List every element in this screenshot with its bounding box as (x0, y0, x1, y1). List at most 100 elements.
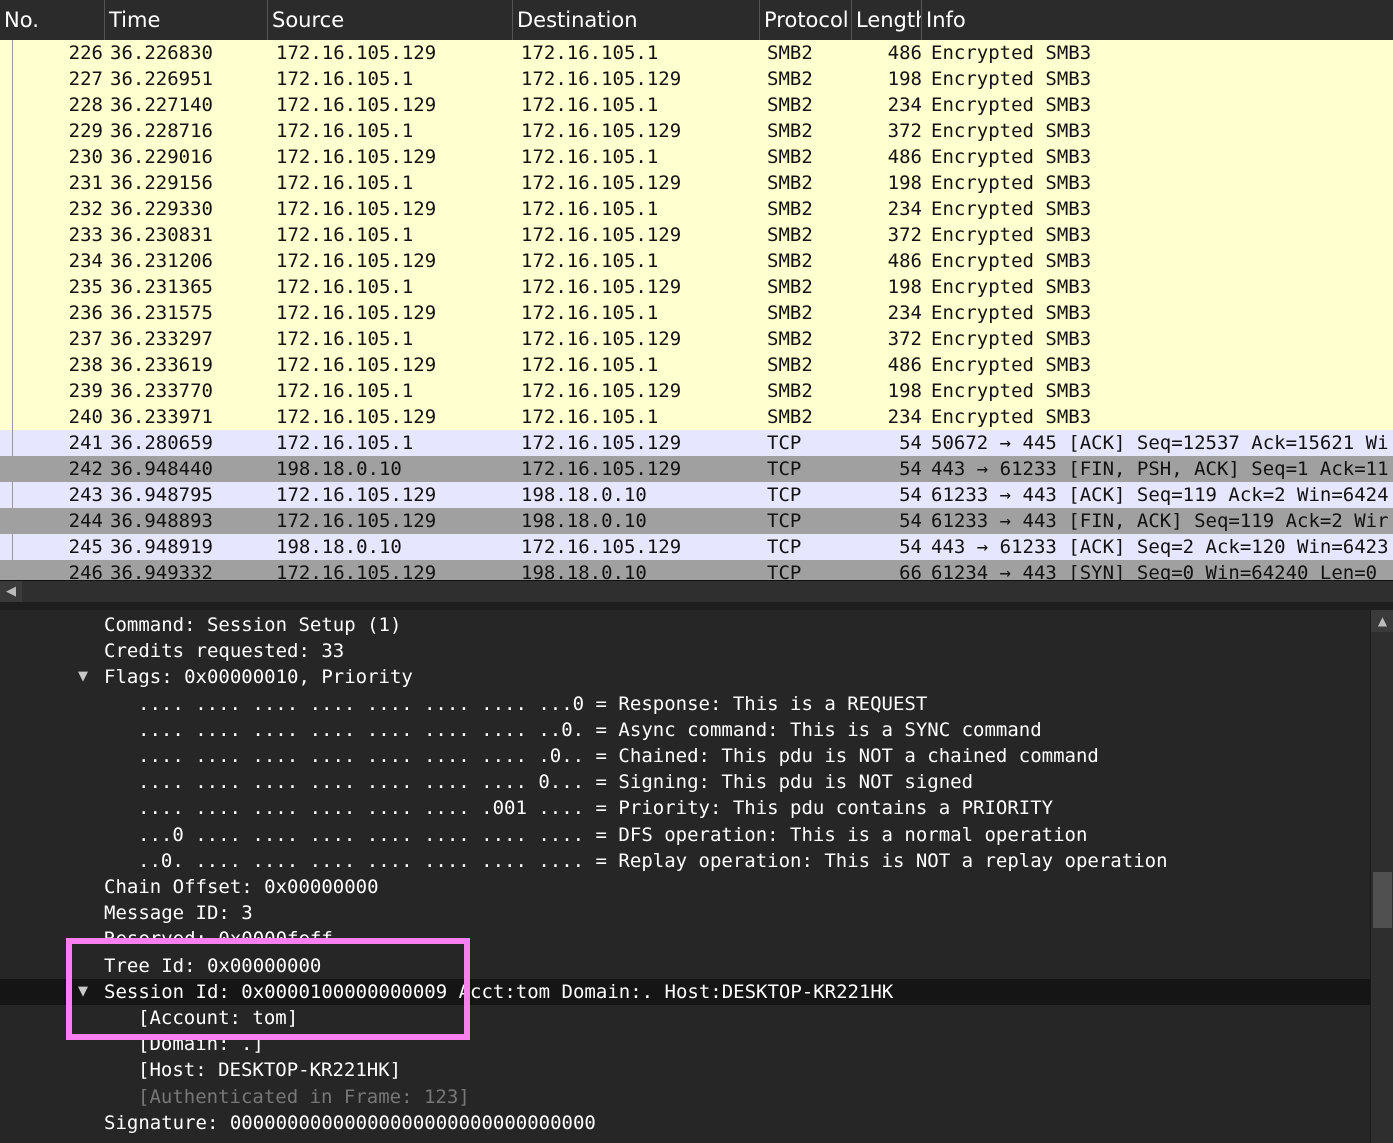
packet-cell-no: 229 (68, 120, 103, 142)
packet-row[interactable]: 234 36.231206 172.16.105.129 172.16.105.1 SM… (0, 248, 1393, 274)
packet-row[interactable]: 245 36.948919 198.18.0.10 172.16.105.129 TCP… (0, 534, 1393, 560)
packet-row[interactable]: 240 36.233971 172.16.105.129 172.16.105.1 SM… (0, 404, 1393, 430)
packet-row[interactable]: 232 36.229330 172.16.105.129 172.16.105.1 SM… (0, 196, 1393, 222)
packet-row[interactable]: 227 36.226951 172.16.105.1 172.16.105.129 SM… (0, 66, 1393, 92)
packet-cell-source: 172.16.105.129 (276, 250, 437, 272)
detail-tree-item[interactable]: Reserved: 0x0000feff (0, 926, 1370, 940)
packet-cell-time: 36.231206 (110, 250, 213, 272)
packet-cell-source: 172.16.105.1 (276, 120, 414, 142)
column-header-destination[interactable]: Destination (513, 0, 760, 40)
detail-tree-item[interactable]: ▼ Session Id: 0x0000100000000009 Acct:tom… (0, 978, 1370, 1005)
packet-cell-time: 36.226830 (110, 42, 213, 64)
packet-details-tree[interactable]: Command: Session Setup (1) Credits reques… (0, 610, 1370, 1143)
detail-tree-label: .... .... .... .... .... .... .... ...0 … (138, 692, 928, 715)
detail-tree-item[interactable]: .... .... .... .... .... .... .... .0.. … (0, 743, 1370, 769)
packet-row[interactable]: 228 36.227140 172.16.105.129 172.16.105.1 SM… (0, 92, 1393, 118)
packet-cell-protocol: SMB2 (767, 198, 813, 220)
packet-cell-protocol: TCP (767, 536, 802, 558)
detail-tree-item[interactable]: [Authenticated in Frame: 123] (0, 1084, 1370, 1110)
packet-cell-destination: 172.16.105.1 (521, 146, 659, 168)
packet-cell-time: 36.233297 (110, 328, 213, 350)
packet-cell-time: 36.231575 (110, 302, 213, 324)
packet-row[interactable]: 241 36.280659 172.16.105.1 172.16.105.129 TC… (0, 430, 1393, 456)
packet-cell-source: 172.16.105.1 (276, 172, 414, 194)
detail-tree-item[interactable]: Signature: 00000000000000000000000000000… (0, 1110, 1370, 1136)
column-header-info[interactable]: Info (922, 0, 1393, 40)
packet-cell-time: 36.233971 (110, 406, 213, 428)
detail-tree-item[interactable]: ...0 .... .... .... .... .... .... .... … (0, 822, 1370, 848)
detail-tree-label: [Host: DESKTOP-KR221HK] (138, 1059, 402, 1082)
detail-tree-item[interactable]: Chain Offset: 0x00000000 (0, 874, 1370, 900)
packet-row[interactable]: 233 36.230831 172.16.105.1 172.16.105.129 SM… (0, 222, 1393, 248)
column-header-time[interactable]: Time (105, 0, 268, 40)
packet-cell-length: 198 (887, 172, 922, 194)
column-header-no[interactable]: No. (0, 0, 105, 40)
packet-cell-source: 198.18.0.10 (276, 536, 402, 558)
packet-list[interactable]: No. Time Source Destination Protocol Len… (0, 0, 1393, 580)
detail-tree-item[interactable]: [Domain: .] (0, 1031, 1370, 1057)
packet-cell-protocol: TCP (767, 458, 802, 480)
packet-cell-info: Encrypted SMB3 (931, 276, 1092, 298)
packet-cell-info: Encrypted SMB3 (931, 146, 1092, 168)
packet-cell-no: 238 (68, 354, 103, 376)
packet-row[interactable]: 242 36.948440 198.18.0.10 172.16.105.129 TCP… (0, 456, 1393, 482)
detail-tree-item[interactable]: Tree Id: 0x00000000 (0, 953, 1370, 979)
detail-tree-item[interactable]: ▼ Flags: 0x00000010, Priority (0, 664, 1370, 690)
detail-tree-item[interactable]: Command: Session Setup (1) (0, 612, 1370, 638)
packet-cell-info: 61233 → 443 [FIN, ACK] Seq=119 Ack=2 Wir (931, 510, 1389, 532)
detail-tree-label: Reserved: 0x0000feff (104, 928, 333, 941)
packet-row[interactable]: 226 36.226830 172.16.105.129 172.16.105.1 SM… (0, 40, 1393, 66)
detail-tree-item[interactable]: .... .... .... .... .... .... .... 0... … (0, 769, 1370, 795)
horizontal-scrollbar[interactable]: ◀ (0, 580, 1393, 603)
packet-cell-no: 227 (68, 68, 103, 90)
packet-row[interactable]: 231 36.229156 172.16.105.1 172.16.105.129 SM… (0, 170, 1393, 196)
packet-cell-source: 172.16.105.1 (276, 380, 414, 402)
packet-cell-source: 172.16.105.129 (276, 94, 437, 116)
packet-cell-source: 172.16.105.129 (276, 562, 437, 580)
packet-row[interactable]: 239 36.233770 172.16.105.1 172.16.105.129 SM… (0, 378, 1393, 404)
expand-arrow-icon[interactable]: ▼ (75, 979, 91, 1005)
packet-row[interactable]: 236 36.231575 172.16.105.129 172.16.105.1 SM… (0, 300, 1393, 326)
packet-cell-destination: 172.16.105.1 (521, 406, 659, 428)
packet-cell-destination: 172.16.105.1 (521, 354, 659, 376)
column-header-length[interactable]: Length (852, 0, 922, 40)
packet-cell-destination: 172.16.105.129 (521, 120, 682, 142)
detail-tree-label: .... .... .... .... .... .... .... .0.. … (138, 745, 1099, 767)
packet-row[interactable]: 235 36.231365 172.16.105.1 172.16.105.129 SM… (0, 274, 1393, 300)
column-header-source[interactable]: Source (268, 0, 513, 40)
packet-row[interactable]: 243 36.948795 172.16.105.129 198.18.0.10 TCP… (0, 482, 1393, 508)
scroll-up-arrow-icon[interactable]: ▲ (1371, 610, 1393, 632)
packet-cell-info: Encrypted SMB3 (931, 120, 1092, 142)
detail-tree-item[interactable]: Credits requested: 33 (0, 638, 1370, 664)
column-header-protocol[interactable]: Protocol (760, 0, 852, 40)
packet-cell-time: 36.233619 (110, 354, 213, 376)
packet-cell-length: 198 (887, 276, 922, 298)
scroll-left-arrow-icon[interactable]: ◀ (0, 581, 22, 603)
packet-row[interactable]: 229 36.228716 172.16.105.1 172.16.105.129 SM… (0, 118, 1393, 144)
detail-tree-item[interactable]: .... .... .... .... .... .... .001 .... … (0, 795, 1370, 821)
detail-tree-label: [Authenticated in Frame: 123] (138, 1085, 470, 1108)
detail-tree-item[interactable]: .... .... .... .... .... .... .... ..0. … (0, 717, 1370, 743)
scrollbar-thumb[interactable] (1373, 872, 1392, 928)
packet-cell-no: 235 (68, 276, 103, 298)
packet-cell-source: 172.16.105.129 (276, 302, 437, 324)
detail-tree-item[interactable]: [Host: DESKTOP-KR221HK] (0, 1057, 1370, 1083)
detail-tree-item[interactable]: Message ID: 3 (0, 900, 1370, 926)
packet-row[interactable]: 230 36.229016 172.16.105.129 172.16.105.1 SM… (0, 144, 1393, 170)
detail-tree-item[interactable]: [Account: tom] (0, 1005, 1370, 1031)
packet-cell-info: Encrypted SMB3 (931, 302, 1092, 324)
packet-cell-time: 36.230831 (110, 224, 213, 246)
packet-cell-no: 239 (68, 380, 103, 402)
packet-row[interactable]: 246 36.949332 172.16.105.129 198.18.0.10 TCP… (0, 560, 1393, 580)
packet-row[interactable]: 237 36.233297 172.16.105.1 172.16.105.129 SM… (0, 326, 1393, 352)
detail-tree-item[interactable]: .... .... .... .... .... .... .... ...0 … (0, 691, 1370, 717)
packet-cell-destination: 172.16.105.129 (521, 172, 682, 194)
expand-arrow-icon[interactable]: ▼ (75, 664, 91, 690)
packet-row[interactable]: 244 36.948893 172.16.105.129 198.18.0.10 TCP… (0, 508, 1393, 534)
vertical-scrollbar[interactable]: ▲ (1370, 610, 1393, 1143)
packet-cell-protocol: SMB2 (767, 406, 813, 428)
pane-splitter[interactable] (0, 602, 1393, 610)
packet-row[interactable]: 238 36.233619 172.16.105.129 172.16.105.1 SM… (0, 352, 1393, 378)
detail-tree-item[interactable]: ..0. .... .... .... .... .... .... .... … (0, 848, 1370, 874)
detail-tree-label: Flags: 0x00000010, Priority (104, 666, 413, 689)
